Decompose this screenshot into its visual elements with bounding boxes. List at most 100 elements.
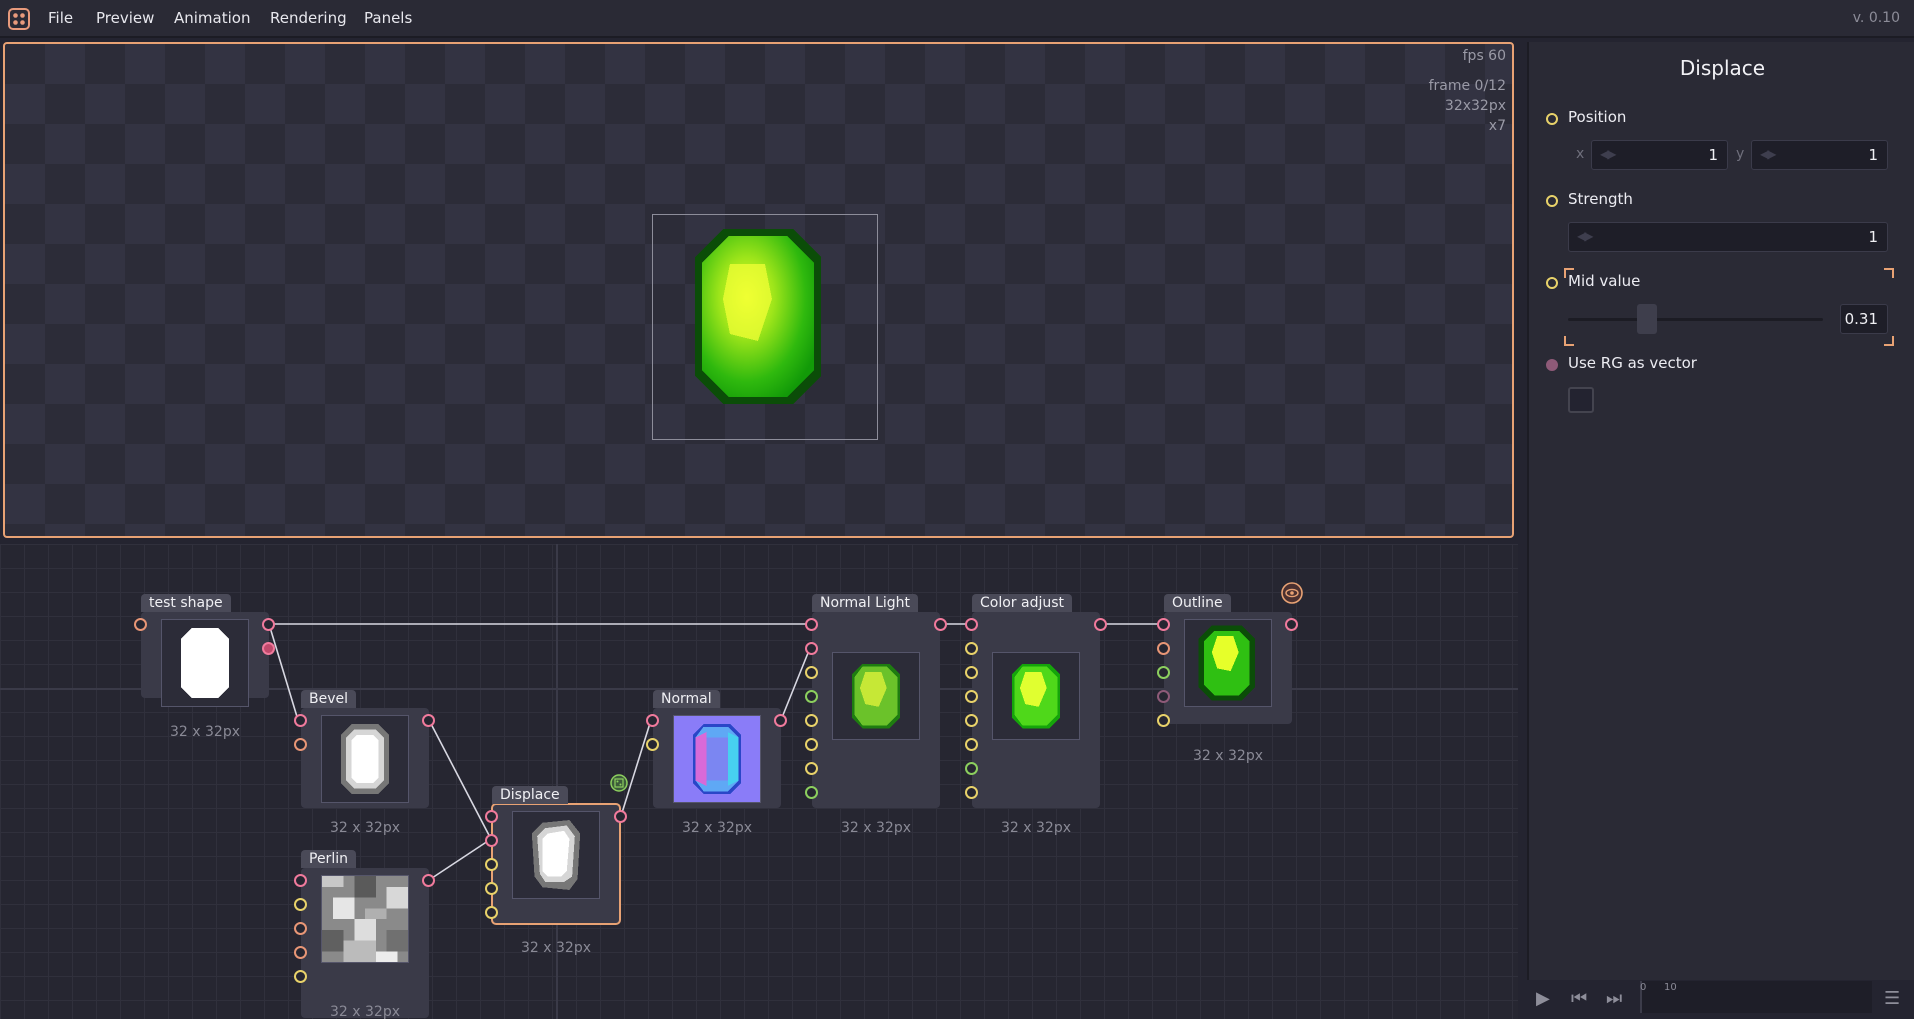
port-output[interactable] [262, 642, 275, 655]
mid-value-slider-track[interactable] [1568, 318, 1823, 321]
port-input[interactable] [805, 618, 818, 631]
port-input[interactable] [485, 858, 498, 871]
node-normal[interactable]: Normal [653, 690, 781, 808]
port-output[interactable] [614, 810, 627, 823]
port-input[interactable] [1157, 618, 1170, 631]
node-graph[interactable]: test shape 32 x 32px Bevel 32 x 32px Per… [0, 544, 1518, 1019]
port-output[interactable] [774, 714, 787, 727]
use-rg-port-dot[interactable] [1546, 359, 1558, 371]
node-size-label: 32 x 32px [330, 820, 400, 836]
node-perlin[interactable]: Perlin [301, 850, 429, 1018]
port-input[interactable] [294, 714, 307, 727]
port-input[interactable] [805, 714, 818, 727]
port-input[interactable] [294, 898, 307, 911]
port-output[interactable] [1094, 618, 1107, 631]
wire-perlin-to-displace [428, 838, 492, 881]
mid-value-field[interactable]: 0.31 [1840, 304, 1888, 334]
port-input[interactable] [965, 762, 978, 775]
port-input[interactable] [294, 922, 307, 935]
port-input[interactable] [485, 882, 498, 895]
port-input[interactable] [1157, 666, 1170, 679]
node-thumbnail [321, 875, 409, 963]
port-input[interactable] [805, 642, 818, 655]
strength-label: Strength [1568, 190, 1633, 208]
port-input[interactable] [646, 714, 659, 727]
preview-panel[interactable]: fps 60 frame 0/12 32x32px x7 [3, 42, 1514, 538]
wire-shape-to-bevel [268, 623, 299, 721]
port-output[interactable] [422, 874, 435, 887]
preview-canvas[interactable] [652, 214, 878, 440]
port-output[interactable] [1285, 618, 1298, 631]
node-bevel[interactable]: Bevel [301, 690, 429, 808]
play-icon[interactable]: ▶ [1536, 988, 1550, 1009]
node-displace[interactable]: Displace [491, 786, 621, 925]
menu-preview[interactable]: Preview [96, 9, 154, 27]
strength-field[interactable]: ◀▶ 1 [1568, 222, 1888, 252]
node-size-label: 32 x 32px [330, 1004, 400, 1019]
port-input[interactable] [805, 690, 818, 703]
menu-rendering[interactable]: Rendering [270, 9, 347, 27]
port-input[interactable] [805, 738, 818, 751]
port-input[interactable] [965, 642, 978, 655]
drag-arrows-icon[interactable]: ◀▶ [1577, 229, 1594, 243]
render-preview-icon[interactable] [610, 774, 628, 792]
mid-value-value: 0.31 [1844, 310, 1878, 328]
port-input[interactable] [805, 786, 818, 799]
wire-bevel-to-displace [428, 719, 492, 840]
port-input[interactable] [294, 946, 307, 959]
port-input[interactable] [965, 786, 978, 799]
node-normal-light[interactable]: Normal Light [812, 594, 940, 808]
port-input[interactable] [485, 810, 498, 823]
drag-arrows-icon[interactable]: ◀▶ [1760, 147, 1777, 161]
position-label: Position [1568, 108, 1627, 126]
mid-value-slider-handle[interactable] [1637, 304, 1657, 334]
port-input[interactable] [294, 970, 307, 983]
node-test-shape[interactable]: test shape [141, 594, 269, 707]
port-input[interactable] [294, 874, 307, 887]
drag-arrows-icon[interactable]: ◀▶ [1600, 147, 1617, 161]
gem-preview-image [695, 229, 821, 404]
strength-port-dot[interactable] [1546, 195, 1558, 207]
port-output[interactable] [934, 618, 947, 631]
port-input[interactable] [485, 906, 498, 919]
port-output[interactable] [422, 714, 435, 727]
port-input[interactable] [805, 666, 818, 679]
port-input[interactable] [805, 762, 818, 775]
use-rg-checkbox[interactable] [1568, 387, 1594, 413]
app-logo-icon[interactable] [8, 8, 30, 30]
port-input[interactable] [646, 738, 659, 751]
port-input[interactable] [1157, 714, 1170, 727]
port-input[interactable] [965, 618, 978, 631]
port-input[interactable] [134, 618, 147, 631]
node-outline[interactable]: Outline [1164, 594, 1292, 724]
node-size-label: 32 x 32px [170, 724, 240, 740]
menu-panels[interactable]: Panels [364, 9, 412, 27]
node-thumbnail [161, 619, 249, 707]
position-x-field[interactable]: ◀▶ 1 [1591, 140, 1728, 170]
port-input[interactable] [965, 666, 978, 679]
node-color-adjust[interactable]: Color adjust [972, 594, 1100, 808]
port-input[interactable] [294, 738, 307, 751]
node-thumbnail [673, 715, 761, 803]
port-input[interactable] [965, 738, 978, 751]
port-input[interactable] [1157, 690, 1170, 703]
position-port-dot[interactable] [1546, 113, 1558, 125]
port-input[interactable] [965, 690, 978, 703]
position-y-field[interactable]: ◀▶ 1 [1751, 140, 1888, 170]
port-input[interactable] [485, 834, 498, 847]
node-size-label: 32 x 32px [1001, 820, 1071, 836]
shape-thumbnail-image [180, 628, 230, 698]
menu-animation[interactable]: Animation [174, 9, 250, 27]
color-adjusted-gem-thumbnail-image [1011, 663, 1061, 729]
skip-back-icon[interactable]: ⏮ [1571, 988, 1587, 1009]
menu-file[interactable]: File [48, 9, 73, 27]
skip-forward-icon[interactable]: ⏭ [1606, 988, 1622, 1009]
port-input[interactable] [965, 714, 978, 727]
version-label: v. 0.10 [1852, 10, 1900, 26]
menu-icon[interactable]: ☰ [1884, 988, 1900, 1009]
port-output[interactable] [262, 618, 275, 631]
port-input[interactable] [1157, 642, 1170, 655]
output-preview-eye-icon[interactable] [1281, 582, 1303, 604]
zoom-readout: x7 [1488, 118, 1506, 134]
mid-value-port-dot[interactable] [1546, 277, 1558, 289]
